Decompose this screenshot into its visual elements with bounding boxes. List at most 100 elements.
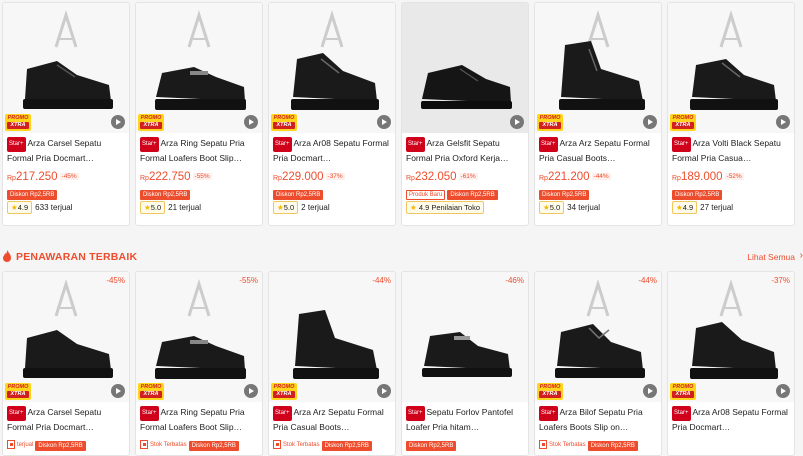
video-play-icon[interactable] <box>244 115 258 129</box>
product-image[interactable]: PROMO XTRA <box>535 3 661 133</box>
product-image[interactable] <box>402 3 528 133</box>
video-play-icon[interactable] <box>643 384 657 398</box>
star-icon: ★ <box>676 203 683 212</box>
discount-percent: -55% <box>192 173 212 180</box>
discount-percent: -37% <box>325 173 345 180</box>
discount-tag: Diskon Rp2,5RB <box>406 441 457 451</box>
product-card[interactable]: PROMO XTRA Star+ Arza Ring Sepatu Pria For… <box>135 2 263 226</box>
tag-row: terjual Diskon Rp2,5RB <box>3 432 129 451</box>
product-card[interactable]: PROMO XTRA Star+ Arza Arz Sepatu Formal Pr… <box>534 2 662 226</box>
product-card[interactable]: Star+ Arza Gelsfit Sepatu Formal Pria Oxf… <box>401 2 529 226</box>
promo-xtra-badge: PROMO XTRA <box>271 383 297 400</box>
product-title: Star+ Arza Ring Sepatu Pria Formal Loafer… <box>140 406 245 432</box>
price-row: Rp221.200 -44% <box>539 171 611 183</box>
sold-count: 633 terjual <box>35 203 73 212</box>
rating-badge: ★5.0 <box>140 201 166 214</box>
tag-row: Stok Terbatas Diskon Rp2,5RB <box>269 432 395 451</box>
discount-percent: -45% <box>106 276 125 285</box>
star-plus-badge: Star+ <box>672 137 691 152</box>
star-icon: ★ <box>144 203 151 212</box>
star-icon: ★ <box>410 203 417 212</box>
discount-percent: -55% <box>239 276 258 285</box>
product-grid-top: PROMO XTRA Star+ Arza Carsel Sepatu Formal… <box>2 2 795 226</box>
shoe-icon <box>421 65 512 109</box>
product-card[interactable]: PROMO XTRA Star+ Arza Ar08 Sepatu Formal P… <box>268 2 396 226</box>
product-card[interactable]: -45% PROMO XTRA Star+ Arza Carsel Sepatu F… <box>2 271 130 456</box>
shoe-icon <box>690 59 778 110</box>
shoe-icon <box>293 310 379 379</box>
promo-xtra-badge: PROMO XTRA <box>5 114 31 131</box>
product-grid-bottom: -45% PROMO XTRA Star+ Arza Carsel Sepatu F… <box>2 271 795 456</box>
discount-tag: Diskon Rp2,5RB <box>321 441 372 451</box>
stock-icon <box>539 440 547 449</box>
tag-row: Produk Baru Diskon Rp2,5RB <box>402 181 528 200</box>
shoe-icon <box>555 324 645 378</box>
promo-xtra-badge: PROMO XTRA <box>5 383 31 400</box>
product-card[interactable]: -44% PROMO XTRA Star+ Arza Arz Sepatu Form… <box>268 271 396 456</box>
video-play-icon[interactable] <box>244 384 258 398</box>
rating-badge: ★ 4.9 Penilaian Toko <box>406 201 485 214</box>
star-icon: ★ <box>11 203 18 212</box>
discount-percent: -44% <box>591 173 611 180</box>
shoe-icon <box>155 67 246 110</box>
product-image[interactable]: -55% PROMO XTRA <box>136 272 262 402</box>
product-card[interactable]: -46% Star+ Sepatu Forlov Pantofel Loafer … <box>401 271 529 456</box>
video-play-icon[interactable] <box>111 115 125 129</box>
product-image[interactable]: -44% PROMO XTRA <box>535 272 661 402</box>
product-card[interactable]: -37% PROMO XTRA Star+ Arza Ar08 Sepatu For… <box>667 271 795 456</box>
product-image[interactable]: -37% PROMO XTRA <box>668 272 794 402</box>
product-card[interactable]: -44% PROMO XTRA Star+ Arza Bilof Sepatu Pr… <box>534 271 662 456</box>
discount-percent: -61% <box>458 173 478 180</box>
rating-badge: ★4.9 <box>7 201 33 214</box>
product-image[interactable]: -44% PROMO XTRA <box>269 272 395 402</box>
discount-tag: Diskon Rp2,5RB <box>587 441 638 451</box>
rating-badge: ★5.0 <box>539 201 565 214</box>
video-play-icon[interactable] <box>510 115 524 129</box>
video-play-icon[interactable] <box>377 115 391 129</box>
product-image[interactable]: -45% PROMO XTRA <box>3 272 129 402</box>
video-play-icon[interactable] <box>643 115 657 129</box>
product-card[interactable]: PROMO XTRA Star+ Arza Volti Black Sepatu F… <box>667 2 795 226</box>
video-play-icon[interactable] <box>776 384 790 398</box>
discount-percent: -45% <box>59 173 79 180</box>
discount-percent: -46% <box>505 276 524 285</box>
product-image[interactable]: PROMO XTRA <box>269 3 395 133</box>
product-image[interactable]: PROMO XTRA <box>3 3 129 133</box>
product-image[interactable]: -46% <box>402 272 528 402</box>
product-title: Star+ Arza Carsel Sepatu Formal Pria Docm… <box>7 137 102 163</box>
section-title: PENAWARAN TERBAIK <box>16 251 138 263</box>
discount-tag: Diskon Rp2,5RB <box>539 190 590 200</box>
shoe-icon <box>155 336 246 379</box>
star-plus-badge: Star+ <box>7 137 26 152</box>
discount-percent: -52% <box>724 173 744 180</box>
tag-row: Stok Terbatas Diskon Rp2,5RB <box>136 432 262 451</box>
tag-row: Stok Terbatas Diskon Rp2,5RB <box>535 432 661 451</box>
star-plus-badge: Star+ <box>140 137 159 152</box>
see-all-link[interactable]: Lihat Semua <box>747 252 795 262</box>
star-plus-badge: Star+ <box>7 406 26 421</box>
star-plus-badge: Star+ <box>406 406 425 421</box>
promo-xtra-badge: PROMO XTRA <box>537 114 563 131</box>
tag-row: Diskon Rp2,5RB <box>402 432 528 451</box>
promo-xtra-badge: PROMO XTRA <box>271 114 297 131</box>
product-image[interactable]: PROMO XTRA <box>136 3 262 133</box>
price-row: Rp222.750 -55% <box>140 171 212 183</box>
video-play-icon[interactable] <box>111 384 125 398</box>
chevron-right-icon[interactable]: › <box>800 250 803 261</box>
product-card[interactable]: -55% PROMO XTRA Star+ Arza Ring Sepatu Pri… <box>135 271 263 456</box>
product-image[interactable]: PROMO XTRA <box>668 3 794 133</box>
product-title: Star+ Arza Arz Sepatu Formal Pria Casual … <box>273 406 384 432</box>
video-play-icon[interactable] <box>377 384 391 398</box>
star-plus-badge: Star+ <box>140 406 159 421</box>
discount-tag: Diskon Rp2,5RB <box>140 190 191 200</box>
price-row: Rp189.000 -52% <box>672 171 744 183</box>
sold-count: 27 terjual <box>700 203 734 212</box>
section-header: PENAWARAN TERBAIK Lihat Semua › <box>0 246 803 268</box>
discount-tag: Diskon Rp2,5RB <box>447 190 498 200</box>
price-row: Rp232.050 -61% <box>406 171 478 183</box>
discount-tag: Diskon Rp2,5RB <box>35 441 86 451</box>
star-plus-badge: Star+ <box>406 137 425 152</box>
video-play-icon[interactable] <box>776 115 790 129</box>
product-card[interactable]: PROMO XTRA Star+ Arza Carsel Sepatu Formal… <box>2 2 130 226</box>
product-title: Star+ Arza Ar08 Sepatu Formal Pria Docmar… <box>672 406 788 432</box>
